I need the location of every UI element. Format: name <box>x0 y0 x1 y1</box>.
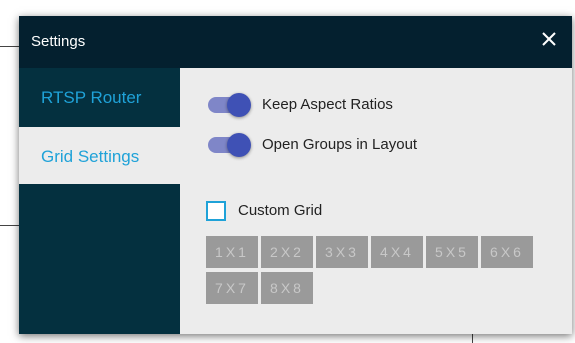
toggle-knob <box>227 93 251 117</box>
background-divider-left-lower <box>0 225 19 226</box>
toggle-knob <box>227 133 251 157</box>
dialog-titlebar: Settings <box>19 16 572 68</box>
settings-dialog: Settings RTSP Router Grid Settings Keep … <box>19 16 572 334</box>
keep-aspect-ratios-toggle[interactable] <box>206 93 252 117</box>
grid-5x5-button[interactable]: 5X5 <box>426 236 478 268</box>
grid-3x3-button[interactable]: 3X3 <box>316 236 368 268</box>
open-groups-in-layout-label: Open Groups in Layout <box>262 136 418 153</box>
custom-grid-label: Custom Grid <box>238 202 323 219</box>
grid-1x1-button[interactable]: 1X1 <box>206 236 258 268</box>
settings-sidebar: RTSP Router Grid Settings <box>19 68 180 334</box>
grid-7x7-button[interactable]: 7X7 <box>206 272 258 304</box>
sidebar-item-grid-settings[interactable]: Grid Settings <box>19 127 180 184</box>
keep-aspect-ratios-label: Keep Aspect Ratios <box>262 96 393 113</box>
grid-settings-panel: Keep Aspect Ratios Open Groups in Layout… <box>180 68 572 334</box>
sidebar-item-rtsp-router[interactable]: RTSP Router <box>19 68 180 125</box>
grid-2x2-button[interactable]: 2X2 <box>261 236 313 268</box>
close-icon[interactable] <box>540 30 558 48</box>
sidebar-item-label: Grid Settings <box>41 147 140 166</box>
grid-4x4-button[interactable]: 4X4 <box>371 236 423 268</box>
background-divider-left <box>0 46 19 47</box>
grid-8x8-button[interactable]: 8X8 <box>261 272 313 304</box>
custom-grid-checkbox[interactable] <box>206 201 226 221</box>
open-groups-in-layout-toggle[interactable] <box>206 133 252 157</box>
dialog-title: Settings <box>31 33 86 50</box>
background-divider-bottom <box>472 334 473 343</box>
sidebar-item-label: RTSP Router <box>41 88 142 107</box>
grid-6x6-button[interactable]: 6X6 <box>481 236 533 268</box>
